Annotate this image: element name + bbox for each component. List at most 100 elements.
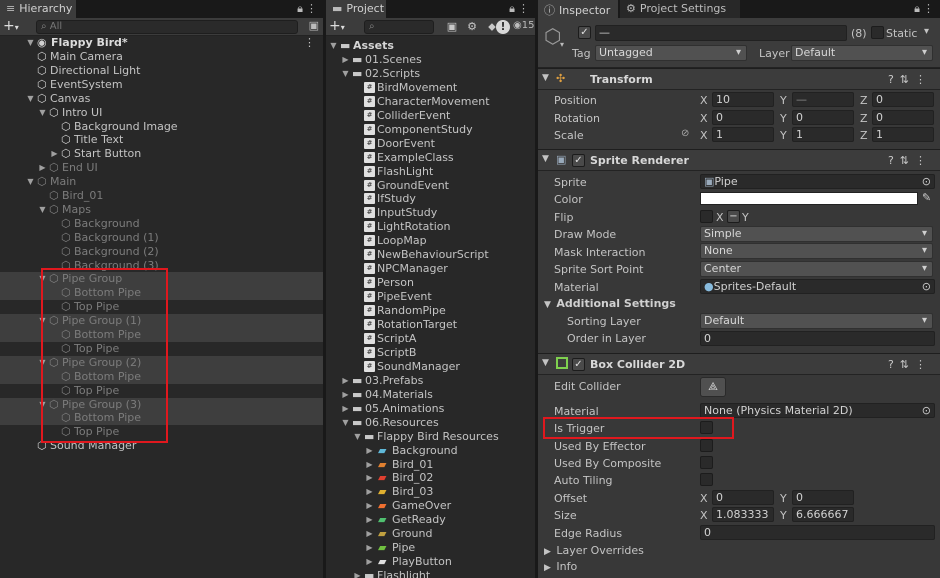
size-y-input[interactable]: 6.666667 [792, 507, 854, 522]
axis-label-y[interactable]: Y [780, 129, 787, 142]
project-search-input[interactable]: ⌕ [364, 20, 434, 34]
color-swatch[interactable] [700, 192, 918, 205]
hierarchy-row[interactable]: ⬡ Title Text [0, 133, 323, 147]
expand-arrow-icon[interactable]: ▼ [26, 175, 35, 189]
project-row[interactable]: # FlashLight [326, 165, 535, 179]
hierarchy-row[interactable]: ▶ ⬡ Start Button [0, 147, 323, 161]
project-row[interactable]: # NewBehaviourScript [326, 248, 535, 262]
tab-hierarchy[interactable]: ≡ Hierarchy [0, 0, 76, 18]
object-picker-icon[interactable]: ⊙ [922, 404, 931, 417]
hierarchy-search-input[interactable]: ⌕ All [36, 20, 298, 34]
expand-arrow-icon[interactable]: ▶ [365, 513, 374, 527]
filter-icon[interactable]: ⚙ [464, 19, 480, 35]
expand-arrow-icon[interactable]: ▶ [365, 555, 374, 569]
active-checkbox[interactable]: ✓ [578, 26, 591, 39]
expand-arrow-icon[interactable]: ▼ [26, 36, 35, 50]
used-by-composite-checkbox[interactable] [700, 456, 713, 469]
project-row[interactable]: # Person [326, 276, 535, 290]
sprite-renderer-header[interactable]: ▼ ▣ ✓ Sprite Renderer ?⇅⋮ [538, 149, 940, 171]
project-row[interactable]: ▶ ▬ 03.Prefabs [326, 374, 535, 388]
expand-arrow-icon[interactable]: ▶ [50, 147, 59, 161]
object-picker-icon[interactable]: ⊙ [922, 280, 931, 293]
axis-label-y[interactable]: Y [780, 94, 787, 107]
tab-inspector[interactable]: ⓘ Inspector [538, 0, 618, 18]
hierarchy-row[interactable]: ▼ ⬡ Intro UI [0, 106, 323, 120]
edge-radius-input[interactable]: 0 [700, 525, 935, 540]
scene-row[interactable]: ▼ ◉ Flappy Bird* ⋮ [0, 36, 323, 50]
eyedropper-icon[interactable]: ✎ [922, 191, 931, 204]
hierarchy-row[interactable]: ⬡ Directional Light [0, 64, 323, 78]
project-row[interactable]: # ScriptA [326, 332, 535, 346]
layer-dropdown[interactable]: Default [791, 45, 933, 61]
expand-arrow-icon[interactable]: ▼ [353, 430, 362, 444]
used-by-effector-checkbox[interactable] [700, 439, 713, 452]
hierarchy-row[interactable]: ▶ ⬡ End UI [0, 161, 323, 175]
expand-arrow-icon[interactable]: ▶ [365, 471, 374, 485]
project-row[interactable]: # NPCManager [326, 262, 535, 276]
expand-arrow-icon[interactable]: ▼ [38, 106, 47, 120]
expand-arrow-icon[interactable]: ▶ [341, 402, 350, 416]
hierarchy-row[interactable]: ⬡ Main Camera [0, 50, 323, 64]
tab-project-settings[interactable]: ⚙ Project Settings [620, 0, 740, 18]
hierarchy-row[interactable]: ⬡ Background Image [0, 120, 323, 134]
create-button[interactable]: +▾ [329, 18, 345, 36]
foldout-arrow-icon[interactable]: ▼ [542, 358, 549, 368]
tag-dropdown[interactable]: Untagged [595, 45, 747, 61]
sprite-sort-point-dropdown[interactable]: Center [700, 261, 933, 277]
lock-icon[interactable]: 🔒︎ [509, 2, 515, 16]
project-row[interactable]: ▶ ▰ Background [326, 444, 535, 458]
more-menu-icon[interactable]: ⋮ [923, 2, 934, 15]
hierarchy-row[interactable]: ⬡ Background (2) [0, 245, 323, 259]
object-picker-icon[interactable]: ⊙ [922, 175, 931, 188]
expand-arrow-icon[interactable]: ▼ [329, 39, 338, 53]
project-row[interactable]: ▶ ▰ Ground [326, 527, 535, 541]
rotation-x-input[interactable]: 0 [712, 110, 774, 125]
project-row[interactable]: ▼ ▬ 02.Scripts [326, 67, 535, 81]
mask-interaction-dropdown[interactable]: None [700, 243, 933, 259]
expand-arrow-icon[interactable]: ▼ [341, 416, 350, 430]
project-row[interactable]: ▶ ▰ Pipe [326, 541, 535, 555]
project-row[interactable]: ▶ ▰ Bird_01 [326, 458, 535, 472]
expand-arrow-icon[interactable]: ▶ [341, 388, 350, 402]
component-header-icons[interactable]: ?⇅⋮ [888, 358, 932, 371]
scene-menu-icon[interactable]: ⋮ [304, 36, 315, 50]
project-row[interactable]: ▶ ▰ Bird_03 [326, 485, 535, 499]
box-collider-enabled-checkbox[interactable]: ✓ [572, 358, 585, 371]
flip-y-checkbox[interactable]: − [727, 210, 740, 223]
project-row[interactable]: # LightRotation [326, 220, 535, 234]
expand-arrow-icon[interactable]: ▶ [365, 527, 374, 541]
draw-mode-dropdown[interactable]: Simple [700, 226, 933, 242]
project-row[interactable]: # BirdMovement [326, 81, 535, 95]
project-row[interactable]: # RotationTarget [326, 318, 535, 332]
expand-arrow-icon[interactable]: ▶ [365, 458, 374, 472]
auto-tiling-checkbox[interactable] [700, 473, 713, 486]
position-z-input[interactable]: 0 [872, 92, 934, 107]
layer-overrides-foldout[interactable]: ▶ Layer Overrides [544, 544, 644, 557]
axis-label-y[interactable]: Y [780, 509, 787, 522]
static-checkbox[interactable] [871, 26, 884, 39]
project-row[interactable]: # ExampleClass [326, 151, 535, 165]
expand-arrow-icon[interactable]: ▶ [365, 499, 374, 513]
expand-arrow-icon[interactable]: ▶ [365, 485, 374, 499]
offset-y-input[interactable]: 0 [792, 490, 854, 505]
sprite-renderer-enabled-checkbox[interactable]: ✓ [572, 154, 585, 167]
rotation-y-input[interactable]: 0 [792, 110, 854, 125]
project-row[interactable]: ▼ ▬ Assets [326, 39, 535, 53]
expand-arrow-icon[interactable]: ▼ [26, 92, 35, 106]
project-row[interactable]: # ScriptB [326, 346, 535, 360]
axis-label-x[interactable]: X [700, 492, 708, 505]
rotation-z-input[interactable]: 0 [872, 110, 934, 125]
project-row[interactable]: # ColliderEvent [326, 109, 535, 123]
expand-arrow-icon[interactable]: ▶ [341, 374, 350, 388]
expand-arrow-icon[interactable]: ▶ [365, 444, 374, 458]
scale-x-input[interactable]: 1 [712, 127, 774, 142]
material-field[interactable]: ●Sprites-Default ⊙ [700, 279, 935, 294]
additional-settings-foldout[interactable]: ▼ Additional Settings [544, 297, 676, 310]
expand-arrow-icon[interactable]: ▼ [341, 67, 350, 81]
position-y-input[interactable]: — [792, 92, 854, 107]
info-foldout[interactable]: ▶ Info [544, 560, 577, 573]
create-button[interactable]: +▾ [3, 18, 19, 36]
size-x-input[interactable]: 1.083333 [712, 507, 774, 522]
project-row[interactable]: ▶ ▰ GetReady [326, 513, 535, 527]
expand-arrow-icon[interactable]: ▶ [365, 541, 374, 555]
